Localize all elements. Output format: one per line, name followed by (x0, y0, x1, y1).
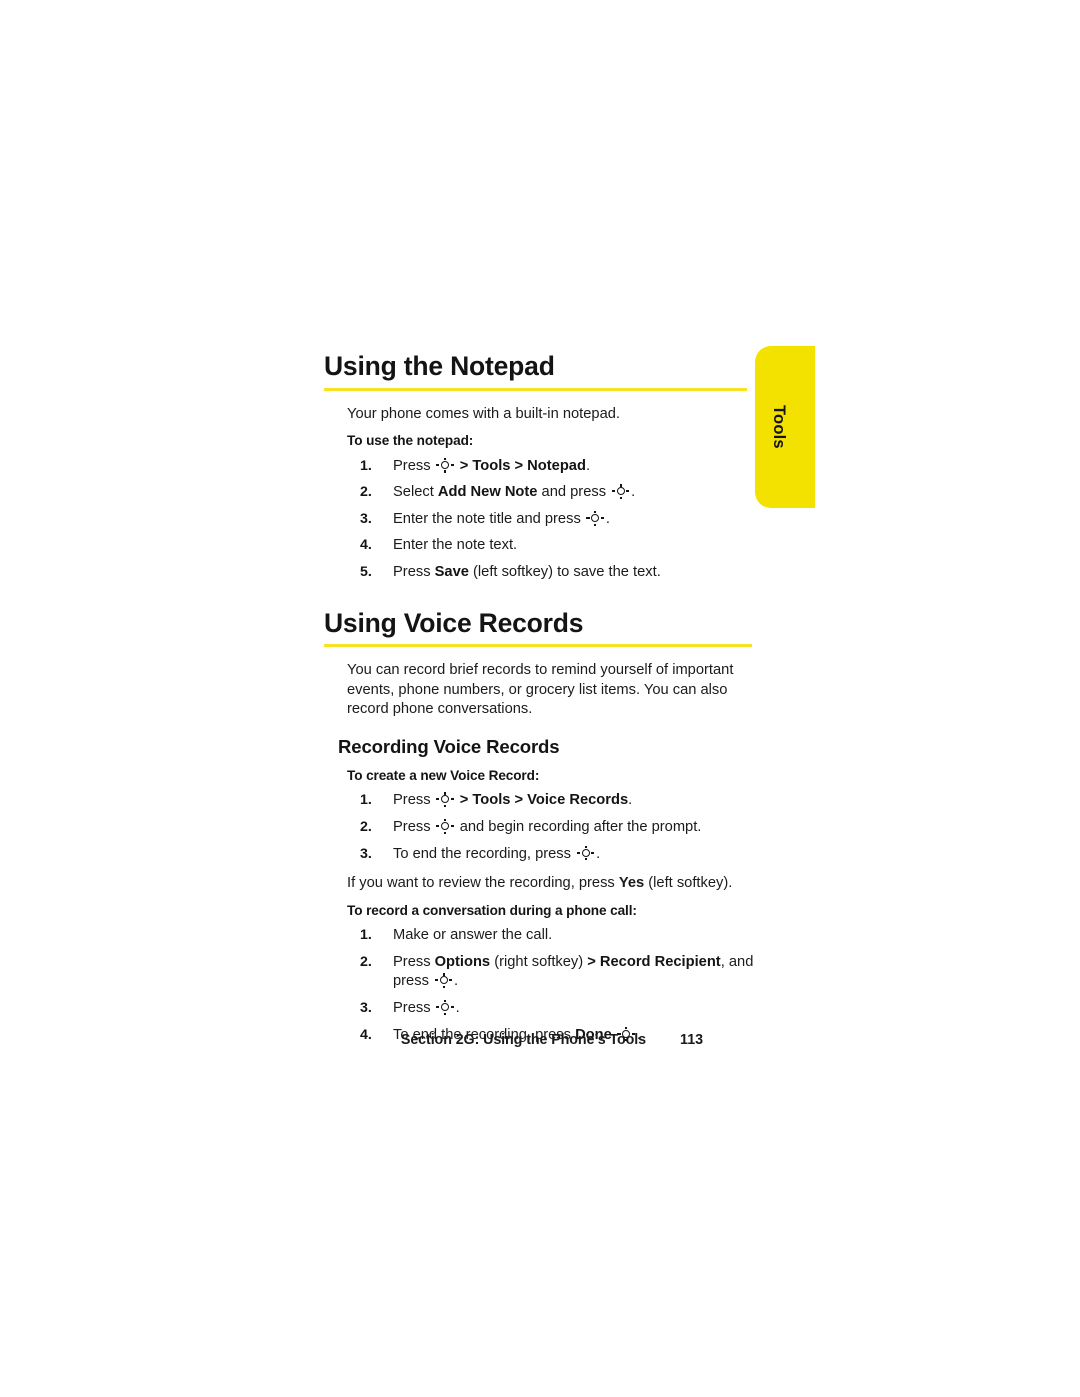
step-number: 3. (360, 845, 372, 862)
note-review-recording: If you want to review the recording, pre… (347, 875, 733, 892)
nav-key-icon (576, 845, 595, 861)
heading-rule-notepad (324, 387, 747, 391)
step-text: Select Add New Note and press . (393, 484, 636, 501)
intro-paragraph-voice-records: You can record brief records to remind y… (347, 662, 734, 718)
section-tab-label: Tools (770, 405, 788, 449)
intro-paragraph-notepad: Your phone comes with a built-in notepad… (347, 405, 620, 422)
step-text: Press Save (left softkey) to save the te… (393, 564, 661, 581)
emphasis-text: Options (434, 953, 491, 970)
nav-key-icon (436, 457, 455, 473)
emphasis-text: Yes (618, 875, 645, 892)
step-item: 1. Press > Tools > Notepad. (360, 457, 764, 477)
section-heading-voice-records: Using Voice Records (324, 607, 584, 638)
step-number: 1. (360, 792, 372, 809)
step-number: 2. (360, 484, 372, 501)
step-item: 3. Press . (360, 999, 764, 1019)
step-number: 1. (360, 457, 372, 474)
step-number: 3. (360, 510, 372, 527)
manual-page: Tools Using the Notepad Your phone comes… (0, 0, 1080, 1397)
step-item: 5. Press Save (left softkey) to save the … (360, 563, 764, 583)
nav-key-icon (434, 973, 453, 989)
section-body-voice-records: You can record brief records to remind y… (324, 661, 764, 720)
step-item: 3. To end the recording, press . (360, 845, 764, 865)
section-heading-notepad: Using the Notepad (324, 351, 555, 381)
emphasis-text: Save (434, 564, 469, 581)
step-item: 4. Enter the note text. (360, 536, 764, 556)
nav-key-icon (436, 999, 455, 1015)
step-number: 2. (360, 953, 372, 970)
lead-in-create-voice-record: To create a new Voice Record: (347, 767, 540, 783)
emphasis-text: > Record Recipient (587, 953, 721, 970)
nav-key-icon (436, 819, 455, 834)
page-footer: Section 2G: Using the Phone’s Tools 113 (324, 1032, 780, 1048)
step-text: To end the recording, press . (393, 845, 601, 862)
footer-page-number: 113 (680, 1032, 704, 1048)
step-text: Enter the note title and press . (393, 510, 610, 527)
step-number: 5. (360, 564, 372, 581)
step-text: Press and begin recording after the prom… (393, 819, 702, 836)
section-body-recording: To create a new Voice Record: 1. Press > … (324, 767, 764, 1045)
lead-in-notepad: To use the notepad: (347, 433, 474, 449)
step-item: 2. Press Options (right softkey) > Record… (360, 953, 764, 992)
page-content: Using the Notepad Your phone comes with … (324, 352, 764, 1055)
step-text: Make or answer the call. (393, 927, 553, 944)
nav-key-icon (436, 792, 455, 808)
steps-list-notepad: 1. Press > Tools > Notepad. 2. Select Add N… (347, 457, 764, 583)
step-item: 1. Make or answer the call. (360, 926, 764, 946)
section-tab-label-wrap: Tools (755, 346, 815, 508)
nav-key-icon (611, 484, 630, 500)
step-text: Press Options (right softkey) > Record R… (393, 953, 754, 990)
step-number: 4. (360, 537, 372, 554)
emphasis-text: > Tools > Voice Records (455, 792, 629, 809)
nav-key-icon (586, 510, 605, 526)
step-number: 1. (360, 927, 372, 944)
step-item: 2. Press and begin recording after the pr… (360, 818, 764, 838)
step-number: 2. (360, 819, 372, 836)
step-item: 1. Press > Tools > Voice Records. (360, 791, 764, 811)
emphasis-text: > Tools > Notepad (455, 457, 586, 474)
step-item: 3. Enter the note title and press . (360, 510, 764, 530)
step-text: Press . (393, 999, 460, 1016)
footer-section-label: Section 2G: Using the Phone’s Tools (400, 1032, 647, 1048)
step-item: 2. Select Add New Note and press . (360, 483, 764, 503)
emphasis-text: Add New Note (437, 484, 538, 501)
step-text: Press > Tools > Notepad. (393, 457, 591, 474)
step-text: Press > Tools > Voice Records. (393, 792, 633, 809)
steps-list-record-conversation: 1. Make or answer the call. 2. Press Option… (347, 926, 764, 1045)
steps-list-create-voice-record: 1. Press > Tools > Voice Records. 2. Press … (347, 791, 764, 864)
section-tab-tools: Tools (755, 346, 815, 508)
lead-in-record-conversation: To record a conversation during a phone … (347, 902, 637, 918)
step-text: Enter the note text. (393, 537, 518, 554)
step-number: 3. (360, 999, 372, 1016)
section-body-notepad: Your phone comes with a built-in notepad… (324, 405, 764, 583)
subheading-recording-voice-records: Recording Voice Records (338, 735, 560, 757)
heading-rule-voice-records (324, 644, 752, 648)
